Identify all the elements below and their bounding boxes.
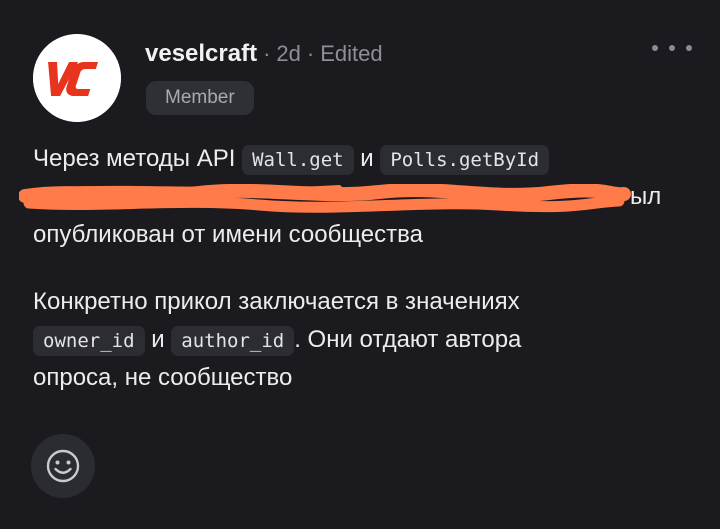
body-line: опубликован от имени сообщества (33, 221, 423, 248)
body-text: Через методы API (33, 145, 236, 172)
post-time[interactable]: 2d (276, 41, 300, 67)
more-dot (669, 45, 675, 51)
avatar[interactable] (33, 34, 121, 122)
body-line: owner_id и author_id. Они отдают автора (33, 321, 693, 359)
body-text: и (360, 145, 374, 172)
body-line: Через методы API Wall.get и Polls.getByI… (33, 140, 693, 178)
code-wall-get: Wall.get (242, 145, 354, 175)
code-author-id: author_id (171, 326, 295, 356)
redaction-scribble (19, 184, 631, 213)
smiley-face-icon (46, 449, 80, 483)
body-line: опроса, не сообщество (33, 364, 293, 391)
separator-dot: · (263, 41, 271, 66)
code-polls-getbyid: Polls.getById (380, 145, 550, 175)
post-body: Через методы API Wall.get и Polls.getByI… (19, 140, 693, 397)
post-header: veselcraft · 2d · Edited (145, 38, 383, 70)
body-line: Конкретно прикол заключается в значениях (33, 288, 520, 315)
redacted-line: ыл (19, 178, 693, 216)
add-reaction-button[interactable] (31, 434, 95, 498)
code-owner-id: owner_id (33, 326, 145, 356)
more-options-icon[interactable] (652, 38, 692, 58)
separator-dot: · (306, 41, 315, 66)
body-text-fragment: ыл (630, 183, 662, 210)
username-link[interactable]: veselcraft (145, 40, 257, 68)
more-dot (686, 45, 692, 51)
more-dot (652, 45, 658, 51)
edited-label[interactable]: Edited (320, 41, 382, 67)
body-text: . Они отдают автора (294, 326, 522, 353)
body-text: и (151, 326, 165, 353)
vc-logo-icon (33, 34, 121, 122)
role-badge: Member (146, 81, 254, 115)
